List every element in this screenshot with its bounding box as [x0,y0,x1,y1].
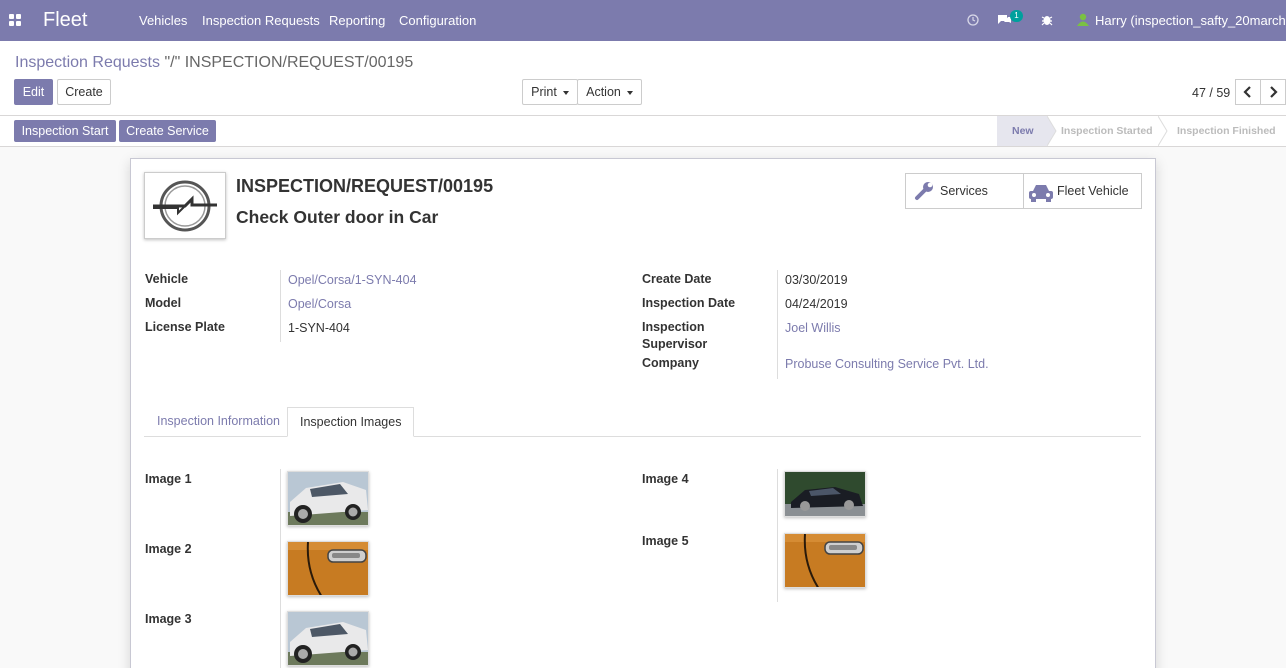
create-button[interactable]: Create [57,79,111,105]
license-plate-label: License Plate [145,320,225,334]
suv-photo [288,472,368,525]
action-dropdown[interactable]: Action [577,79,642,105]
user-avatar-icon[interactable] [1077,13,1089,26]
stage-new[interactable]: New [997,116,1047,146]
app-brand: Fleet [43,9,88,31]
record-name: INSPECTION/REQUEST/00195 [236,176,494,196]
tab-inspection-information[interactable]: Inspection Information [144,407,293,437]
fleet-vehicle-label: Fleet Vehicle [1057,184,1129,198]
field-divider [777,270,778,379]
top-navbar: Fleet Vehicles Inspection Requests Repor… [0,0,1286,41]
company-label: Company [642,356,699,370]
model-label: Model [145,296,182,310]
pager-next-button[interactable] [1260,79,1286,105]
breadcrumb-current: INSPECTION/REQUEST/00195 [184,54,414,71]
pager-previous-button[interactable] [1235,79,1261,105]
image-5-label: Image 5 [642,534,689,548]
car-door-photo [288,542,368,595]
action-label: Action [586,85,621,99]
fleet-vehicle-smart-button[interactable]: Fleet Vehicle [1023,173,1142,209]
bug-icon[interactable] [1041,13,1053,26]
inspection-date-field[interactable]: 04/24/2019 [785,297,848,311]
control-panel: Inspection Requests "/" INSPECTION/REQUE… [0,41,1286,116]
chevron-right-icon [1270,86,1278,98]
stage-inspection-finished[interactable]: Inspection Finished [1177,116,1276,146]
vehicle-label: Vehicle [145,272,189,286]
vehicle-brand-logo[interactable] [144,172,226,239]
suv-photo [288,612,368,665]
image-1-thumbnail[interactable] [287,471,369,526]
create-date-label: Create Date [642,272,712,286]
sedan-photo [785,472,865,516]
inspection-date-label: Inspection Date [642,296,736,310]
create-date-field[interactable]: 03/30/2019 [785,273,848,287]
wrench-icon [915,182,933,200]
menu-inspection-requests[interactable]: Inspection Requests [202,13,320,28]
stage-inspection-started[interactable]: Inspection Started [1061,116,1153,146]
stage-arrow [1047,116,1057,146]
message-count-badge: 1 [1010,10,1023,22]
services-smart-button[interactable]: Services [905,173,1024,209]
create-service-button[interactable]: Create Service [119,120,216,142]
menu-vehicles[interactable]: Vehicles [139,13,187,28]
stage-arrow [1158,116,1168,146]
status-bar: Inspection Start Create Service New Insp… [0,116,1286,147]
model-field[interactable]: Opel/Corsa [288,297,351,311]
opel-logo-icon [153,180,217,232]
pager-value[interactable]: 47 / 59 [1192,86,1230,100]
image-3-label: Image 3 [145,612,192,626]
clock-icon[interactable] [967,14,979,26]
car-door-photo [785,534,865,587]
breadcrumb-parent[interactable]: Inspection Requests [15,54,160,71]
edit-button[interactable]: Edit [14,79,53,105]
chevron-down-icon [562,90,569,95]
company-field[interactable]: Probuse Consulting Service Pvt. Ltd. [785,357,989,371]
image-2-label: Image 2 [145,542,192,556]
inspection-supervisor-field[interactable]: Joel Willis [785,321,841,335]
image-4-label: Image 4 [642,472,689,486]
image-2-thumbnail[interactable] [287,541,369,596]
inspection-supervisor-label-line1: Inspection [642,320,705,334]
menu-reporting[interactable]: Reporting [329,13,385,28]
field-divider [777,469,778,602]
vehicle-field[interactable]: Opel/Corsa/1-SYN-404 [288,273,417,287]
license-plate-field[interactable]: 1-SYN-404 [288,321,350,335]
image-3-thumbnail[interactable] [287,611,369,666]
tab-inspection-images[interactable]: Inspection Images [287,407,415,437]
field-divider [280,270,281,342]
chevron-down-icon [626,90,633,95]
apps-menu-icon[interactable] [9,14,21,26]
inspection-supervisor-label-line2: Supervisor [642,337,708,351]
image-1-label: Image 1 [145,472,192,486]
breadcrumb-separator: "/" [164,54,181,71]
record-subject: Check Outer door in Car [236,207,439,227]
field-divider [280,469,281,668]
services-label: Services [940,184,988,198]
menu-configuration[interactable]: Configuration [399,13,476,28]
print-dropdown[interactable]: Print [522,79,578,105]
car-icon [1029,185,1053,202]
chevron-left-icon [1243,86,1251,98]
inspection-start-button[interactable]: Inspection Start [14,120,116,142]
image-4-thumbnail[interactable] [784,471,866,517]
user-menu[interactable]: Harry (inspection_safty_20march) [1095,13,1286,28]
image-5-thumbnail[interactable] [784,533,866,588]
print-label: Print [531,85,557,99]
breadcrumb: Inspection Requests "/" INSPECTION/REQUE… [15,54,413,72]
